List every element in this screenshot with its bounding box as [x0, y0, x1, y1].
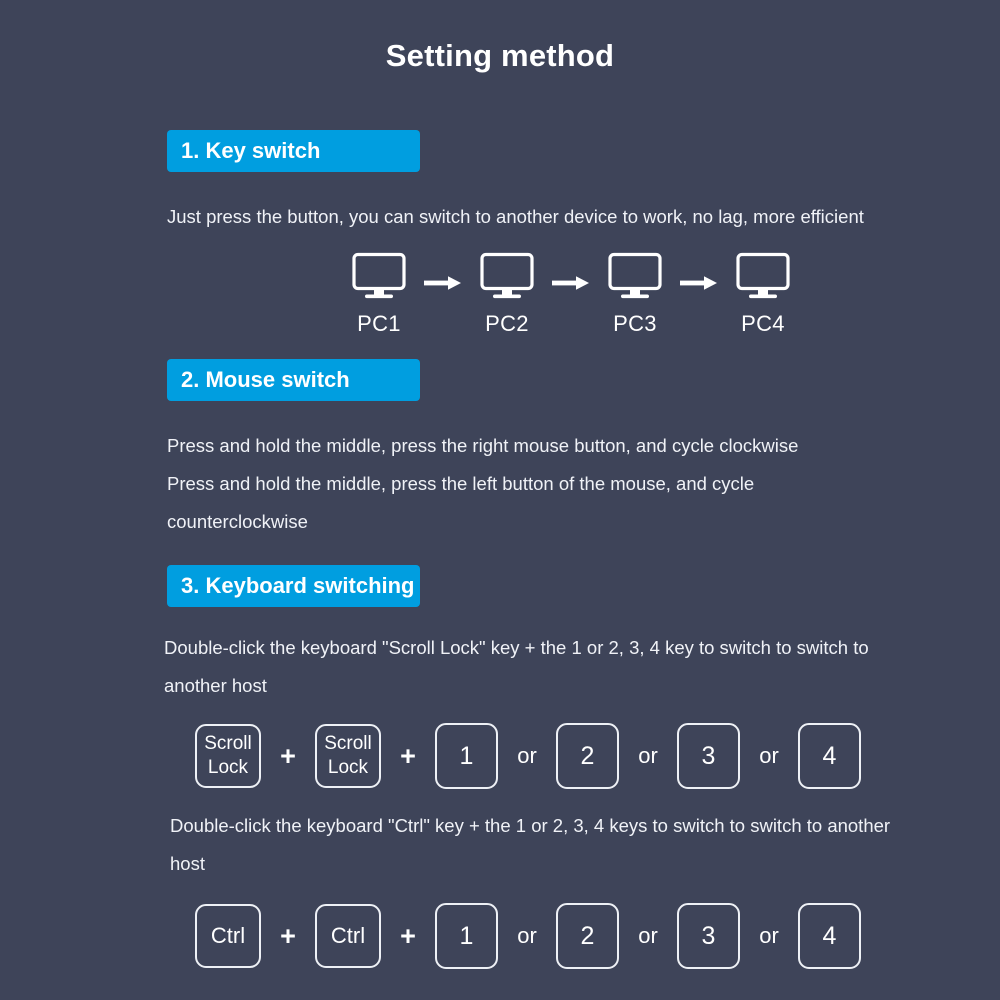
- paragraph-key-switch: Just press the button, you can switch to…: [167, 206, 864, 228]
- section-mouse-switch: 2. Mouse switch Press and hold the middl…: [167, 359, 970, 541]
- arrow-right-icon-2: [544, 252, 598, 314]
- key-combo-scroll-lock: Scroll Lock + Scroll Lock + 1 or 2 or 3 …: [167, 723, 970, 790]
- arrow-right-icon-3: [672, 252, 726, 314]
- key-scroll-lock-1-line2: Lock: [207, 757, 249, 779]
- pc-node-4: PC4: [726, 252, 800, 337]
- monitor-icon: [351, 252, 407, 307]
- arrow-right-icon-1: [416, 252, 470, 314]
- paragraph-ctrl: Double-click the keyboard "Ctrl" key + t…: [170, 815, 891, 875]
- monitor-icon: [479, 252, 535, 307]
- pc-label-2: PC2: [485, 311, 529, 337]
- paragraph-mouse-clockwise: Press and hold the middle, press the rig…: [167, 435, 799, 457]
- key-ctrl-1[interactable]: Ctrl: [195, 904, 261, 969]
- monitor-icon: [735, 252, 791, 307]
- section-badge-key-switch: 1. Key switch: [167, 130, 420, 173]
- section-badge-keyboard-switching: 3. Keyboard switching: [167, 565, 420, 608]
- key-number-8[interactable]: 4: [798, 903, 861, 970]
- plus-sign-4: +: [400, 920, 416, 951]
- plus-sign-1: +: [280, 740, 296, 771]
- pc-node-2: PC2: [470, 252, 544, 337]
- pc-chain-diagram: PC1 PC2 PC3 PC4: [167, 252, 970, 337]
- pc-label-4: PC4: [741, 311, 785, 337]
- pc-node-1: PC1: [342, 252, 416, 337]
- key-number-5[interactable]: 1: [435, 903, 498, 970]
- section-keyboard-switching: 3. Keyboard switching Double-click the k…: [164, 565, 970, 970]
- key-number-2[interactable]: 2: [556, 723, 619, 790]
- pc-node-3: PC3: [598, 252, 672, 337]
- or-label-1: or: [517, 743, 537, 769]
- key-ctrl-2[interactable]: Ctrl: [315, 904, 381, 969]
- key-scroll-lock-2-line2: Lock: [327, 757, 369, 779]
- key-number-6[interactable]: 2: [556, 903, 619, 970]
- or-label-2: or: [638, 743, 658, 769]
- key-number-1[interactable]: 1: [435, 723, 498, 790]
- paragraph-mouse-counterclockwise: Press and hold the middle, press the lef…: [167, 473, 755, 533]
- section-key-switch: 1. Key switch Just press the button, you…: [167, 130, 970, 337]
- key-number-7[interactable]: 3: [677, 903, 740, 970]
- or-label-5: or: [638, 923, 658, 949]
- monitor-icon: [607, 252, 663, 307]
- content-column: 1. Key switch Just press the button, you…: [0, 130, 1000, 970]
- key-scroll-lock-2[interactable]: Scroll Lock: [315, 724, 381, 789]
- paragraph-scroll-lock: Double-click the keyboard "Scroll Lock" …: [164, 637, 869, 697]
- or-label-4: or: [517, 923, 537, 949]
- pc-label-1: PC1: [357, 311, 401, 337]
- section-badge-mouse-switch: 2. Mouse switch: [167, 359, 420, 402]
- plus-sign-3: +: [280, 920, 296, 951]
- key-combo-ctrl: Ctrl + Ctrl + 1 or 2 or 3 or 4: [167, 903, 970, 970]
- plus-sign-2: +: [400, 740, 416, 771]
- pc-label-3: PC3: [613, 311, 657, 337]
- or-label-3: or: [759, 743, 779, 769]
- key-number-3[interactable]: 3: [677, 723, 740, 790]
- or-label-6: or: [759, 923, 779, 949]
- page-title: Setting method: [385, 38, 615, 73]
- key-scroll-lock-2-line1: Scroll: [324, 733, 372, 755]
- key-scroll-lock-1[interactable]: Scroll Lock: [195, 724, 261, 789]
- setting-method-page: Setting method 1. Key switch Just press …: [0, 0, 1000, 1000]
- key-scroll-lock-1-line1: Scroll: [204, 733, 252, 755]
- key-number-4[interactable]: 4: [798, 723, 861, 790]
